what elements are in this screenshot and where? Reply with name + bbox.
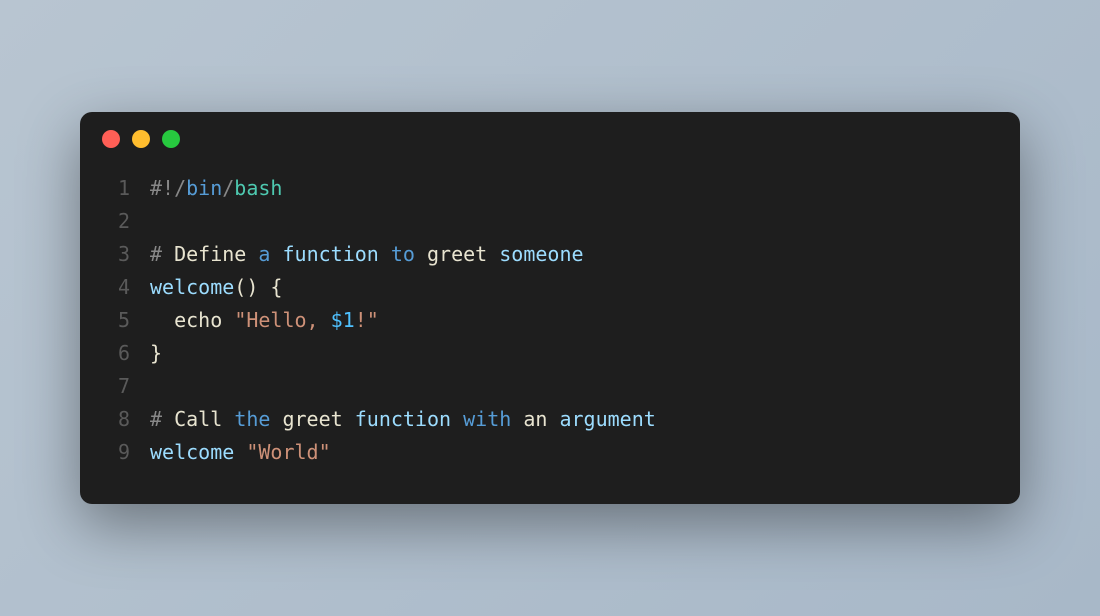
- code-content: [150, 205, 162, 238]
- code-content: # Call the greet function with an argume…: [150, 403, 656, 436]
- code-content: # Define a function to greet someone: [150, 238, 584, 271]
- maximize-icon[interactable]: [162, 130, 180, 148]
- code-content: [150, 370, 162, 403]
- code-content: }: [150, 337, 162, 370]
- line-number: 7: [102, 370, 130, 403]
- code-line: 2: [102, 205, 998, 238]
- line-number: 3: [102, 238, 130, 271]
- code-content: #!/bin/bash: [150, 172, 282, 205]
- code-line: 3 # Define a function to greet someone: [102, 238, 998, 271]
- code-line: 4 welcome() {: [102, 271, 998, 304]
- line-number: 4: [102, 271, 130, 304]
- code-line: 9 welcome "World": [102, 436, 998, 469]
- titlebar: [80, 112, 1020, 158]
- line-number: 9: [102, 436, 130, 469]
- code-content: welcome "World": [150, 436, 331, 469]
- code-content: welcome() {: [150, 271, 282, 304]
- code-line: 8 # Call the greet function with an argum…: [102, 403, 998, 436]
- editor-window: 1 #!/bin/bash 2 3 # Define a function to gr…: [80, 112, 1020, 504]
- close-icon[interactable]: [102, 130, 120, 148]
- line-number: 5: [102, 304, 130, 337]
- code-line: 5 echo "Hello, $1!": [102, 304, 998, 337]
- minimize-icon[interactable]: [132, 130, 150, 148]
- code-line: 1 #!/bin/bash: [102, 172, 998, 205]
- line-number: 2: [102, 205, 130, 238]
- line-number: 6: [102, 337, 130, 370]
- code-content: echo "Hello, $1!": [150, 304, 379, 337]
- line-number: 8: [102, 403, 130, 436]
- code-line: 6}: [102, 337, 998, 370]
- code-area[interactable]: 1 #!/bin/bash 2 3 # Define a function to gr…: [80, 158, 1020, 479]
- code-line: 7: [102, 370, 998, 403]
- line-number: 1: [102, 172, 130, 205]
